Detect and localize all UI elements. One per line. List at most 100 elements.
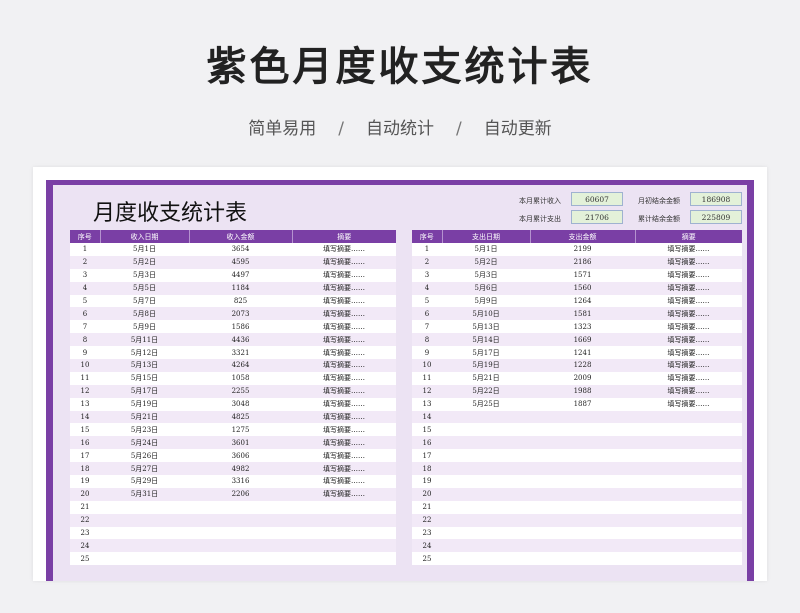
cell-index[interactable]: 5 [70, 294, 100, 308]
cell-summary[interactable]: 填写摘要…… [292, 423, 396, 437]
cell-summary[interactable]: 填写摘要…… [292, 371, 396, 385]
cell-summary[interactable] [635, 436, 742, 450]
cell-index[interactable]: 8 [70, 333, 100, 347]
cell-summary[interactable]: 填写摘要…… [292, 410, 396, 424]
cell-index[interactable]: 8 [412, 333, 442, 347]
cell-amount[interactable]: 1264 [530, 294, 635, 308]
cell-index[interactable]: 15 [70, 423, 100, 437]
cell-date[interactable] [442, 410, 530, 424]
cell-date[interactable]: 5月9日 [442, 294, 530, 308]
cell-date[interactable] [442, 436, 530, 450]
cell-index[interactable]: 14 [412, 410, 442, 424]
cell-date[interactable] [442, 539, 530, 553]
cell-index[interactable]: 1 [70, 243, 100, 256]
cell-date[interactable] [442, 500, 530, 514]
cell-amount[interactable]: 2199 [530, 243, 635, 256]
cell-amount[interactable]: 1988 [530, 384, 635, 398]
cell-index[interactable]: 11 [70, 371, 100, 385]
cell-summary[interactable] [635, 552, 742, 566]
cell-amount[interactable]: 1058 [189, 371, 292, 385]
cell-amount[interactable]: 1275 [189, 423, 292, 437]
cell-date[interactable]: 5月5日 [100, 281, 189, 295]
cell-index[interactable]: 3 [70, 268, 100, 282]
cell-amount[interactable]: 2206 [189, 487, 292, 501]
cell-summary[interactable]: 填写摘要…… [292, 243, 396, 256]
cell-date[interactable]: 5月3日 [100, 268, 189, 282]
cell-date[interactable]: 5月19日 [442, 359, 530, 372]
cell-amount[interactable]: 3316 [189, 475, 292, 488]
cell-amount[interactable]: 1184 [189, 281, 292, 295]
cell-amount[interactable]: 4436 [189, 333, 292, 347]
cell-amount[interactable] [530, 539, 635, 553]
cell-amount[interactable]: 4595 [189, 255, 292, 269]
cell-amount[interactable]: 1323 [530, 320, 635, 334]
cell-date[interactable]: 5月19日 [100, 397, 189, 411]
cell-index[interactable]: 7 [412, 320, 442, 334]
cell-amount[interactable]: 1887 [530, 397, 635, 411]
cell-index[interactable]: 6 [70, 307, 100, 321]
cell-summary[interactable] [292, 513, 396, 527]
cell-summary[interactable]: 填写摘要…… [292, 268, 396, 282]
cell-amount[interactable]: 1571 [530, 268, 635, 282]
cell-date[interactable] [100, 526, 189, 540]
cell-index[interactable]: 3 [412, 268, 442, 282]
cell-date[interactable] [442, 526, 530, 540]
cell-date[interactable]: 5月13日 [442, 320, 530, 334]
cell-amount[interactable] [189, 500, 292, 514]
cell-date[interactable]: 5月2日 [442, 255, 530, 269]
cell-amount[interactable] [530, 462, 635, 476]
cell-index[interactable]: 1 [412, 243, 442, 256]
cell-summary[interactable]: 填写摘要…… [635, 397, 742, 411]
cell-index[interactable]: 10 [70, 359, 100, 372]
cell-index[interactable]: 11 [412, 371, 442, 385]
cell-summary[interactable] [635, 487, 742, 501]
cell-amount[interactable]: 4497 [189, 268, 292, 282]
cell-summary[interactable]: 填写摘要…… [635, 243, 742, 256]
cell-date[interactable]: 5月26日 [100, 449, 189, 463]
cell-amount[interactable]: 1581 [530, 307, 635, 321]
cell-index[interactable]: 4 [70, 281, 100, 295]
cell-summary[interactable]: 填写摘要…… [635, 371, 742, 385]
cell-summary[interactable]: 填写摘要…… [635, 384, 742, 398]
cell-index[interactable]: 13 [412, 397, 442, 411]
cell-summary[interactable]: 填写摘要…… [635, 294, 742, 308]
cell-index[interactable]: 23 [70, 526, 100, 540]
cell-date[interactable]: 5月21日 [442, 371, 530, 385]
cell-date[interactable]: 5月2日 [100, 255, 189, 269]
cell-index[interactable]: 5 [412, 294, 442, 308]
cell-amount[interactable] [530, 552, 635, 566]
cell-amount[interactable] [530, 475, 635, 488]
cell-index[interactable]: 22 [70, 513, 100, 527]
cell-date[interactable]: 5月13日 [100, 359, 189, 372]
cell-date[interactable]: 5月15日 [100, 371, 189, 385]
cell-date[interactable] [100, 539, 189, 553]
cell-amount[interactable]: 3654 [189, 243, 292, 256]
cell-summary[interactable]: 填写摘要…… [292, 281, 396, 295]
cell-date[interactable]: 5月29日 [100, 475, 189, 488]
cell-index[interactable]: 18 [412, 462, 442, 476]
cell-summary[interactable]: 填写摘要…… [635, 320, 742, 334]
cell-summary[interactable]: 填写摘要…… [292, 487, 396, 501]
stat-cumulative-balance-value[interactable]: 225809 [690, 210, 742, 224]
cell-summary[interactable]: 填写摘要…… [292, 320, 396, 334]
cell-date[interactable]: 5月23日 [100, 423, 189, 437]
cell-index[interactable]: 25 [412, 552, 442, 566]
cell-date[interactable]: 5月9日 [100, 320, 189, 334]
cell-date[interactable]: 5月22日 [442, 384, 530, 398]
cell-summary[interactable]: 填写摘要…… [635, 255, 742, 269]
cell-summary[interactable]: 填写摘要…… [635, 307, 742, 321]
cell-date[interactable]: 5月24日 [100, 436, 189, 450]
cell-index[interactable]: 20 [70, 487, 100, 501]
cell-amount[interactable]: 4825 [189, 410, 292, 424]
cell-summary[interactable] [635, 462, 742, 476]
cell-amount[interactable]: 825 [189, 294, 292, 308]
cell-index[interactable]: 9 [412, 346, 442, 360]
cell-date[interactable] [442, 475, 530, 488]
cell-date[interactable] [442, 449, 530, 463]
cell-index[interactable]: 10 [412, 359, 442, 372]
cell-amount[interactable]: 1228 [530, 359, 635, 372]
cell-index[interactable]: 25 [70, 552, 100, 566]
cell-index[interactable]: 16 [70, 436, 100, 450]
cell-amount[interactable] [530, 449, 635, 463]
cell-date[interactable] [442, 487, 530, 501]
